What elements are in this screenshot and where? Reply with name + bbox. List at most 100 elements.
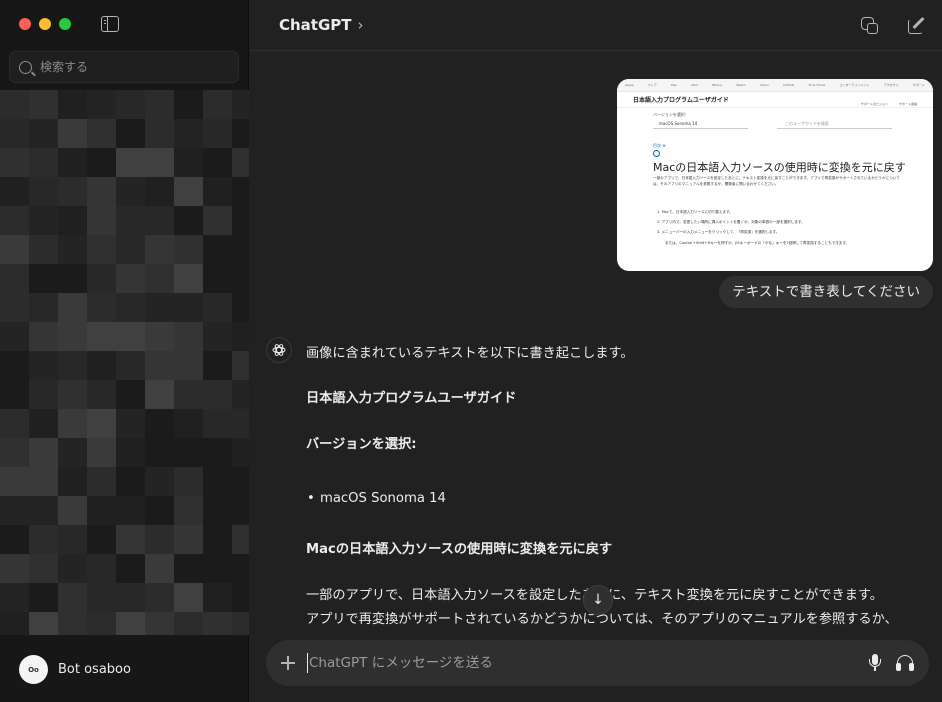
redacted-history-block bbox=[232, 206, 249, 235]
image-version-label: バージョンを選択: bbox=[653, 112, 687, 117]
redacted-history-block bbox=[29, 148, 58, 177]
redacted-history-block bbox=[203, 612, 232, 635]
microphone-icon[interactable] bbox=[868, 654, 882, 672]
redacted-history-block bbox=[145, 612, 174, 635]
redacted-history-block bbox=[232, 612, 249, 635]
redacted-history-block bbox=[29, 409, 58, 438]
redacted-history-block bbox=[145, 583, 174, 612]
redacted-history-block bbox=[203, 293, 232, 322]
message-input[interactable] bbox=[307, 653, 847, 673]
assistant-section-heading: Macの日本語入力ソースの使用時に変換を元に戻す bbox=[306, 542, 613, 557]
redacted-history-block bbox=[87, 467, 116, 496]
redacted-history-block bbox=[58, 351, 87, 380]
redacted-history-block bbox=[203, 322, 232, 351]
image-nav-item: AirPods bbox=[782, 83, 795, 87]
redacted-history-block bbox=[29, 293, 58, 322]
redacted-history-block bbox=[87, 177, 116, 206]
redacted-history-block bbox=[58, 177, 87, 206]
redacted-history-block bbox=[145, 90, 174, 119]
redacted-history-block bbox=[145, 438, 174, 467]
image-nav-item: Vision bbox=[759, 83, 769, 87]
redacted-history-block bbox=[0, 525, 29, 554]
redacted-history-block bbox=[145, 554, 174, 583]
redacted-history-block bbox=[203, 119, 232, 148]
redacted-history-block bbox=[174, 90, 203, 119]
redacted-history-block bbox=[145, 322, 174, 351]
new-chat-icon[interactable] bbox=[907, 16, 927, 36]
redacted-history-block bbox=[87, 409, 116, 438]
image-nav-item: Mac bbox=[671, 83, 678, 87]
model-selector[interactable]: ChatGPT › bbox=[279, 16, 364, 34]
scroll-down-button[interactable]: ↓ bbox=[583, 585, 613, 615]
sidebar: Oo Bot osaboo bbox=[0, 0, 249, 702]
redacted-history-block bbox=[87, 293, 116, 322]
redacted-history-block bbox=[203, 177, 232, 206]
plus-icon[interactable] bbox=[280, 655, 296, 671]
redacted-history-block bbox=[232, 119, 249, 148]
redacted-history-block bbox=[203, 264, 232, 293]
redacted-history-block bbox=[58, 380, 87, 409]
headphones-icon[interactable] bbox=[896, 654, 914, 672]
redacted-history-block bbox=[29, 496, 58, 525]
redacted-history-block bbox=[87, 612, 116, 635]
image-guide-links: サポートのビジョン サポート連絡 bbox=[855, 90, 917, 109]
redacted-history-block bbox=[58, 119, 87, 148]
redacted-history-block bbox=[0, 90, 29, 119]
redacted-history-block bbox=[58, 612, 87, 635]
redacted-history-block bbox=[174, 177, 203, 206]
redacted-history-block bbox=[58, 583, 87, 612]
redacted-history-block bbox=[29, 612, 58, 635]
redacted-history-block bbox=[174, 206, 203, 235]
redacted-history-block bbox=[0, 612, 29, 635]
search-box[interactable] bbox=[9, 51, 239, 83]
redacted-history-block bbox=[232, 496, 249, 525]
redacted-history-block bbox=[29, 264, 58, 293]
redacted-history-block bbox=[145, 351, 174, 380]
redacted-history-block bbox=[203, 496, 232, 525]
redacted-history-block bbox=[116, 525, 145, 554]
temporary-chat-icon[interactable] bbox=[860, 16, 880, 36]
redacted-history-block bbox=[29, 380, 58, 409]
redacted-history-block bbox=[174, 235, 203, 264]
redacted-history-block bbox=[116, 264, 145, 293]
chevron-right-icon: › bbox=[357, 16, 364, 34]
chat-history-redacted bbox=[0, 90, 249, 635]
assistant-bullet-item: • macOS Sonoma 14 bbox=[306, 491, 446, 506]
attached-image[interactable]: Apple ストア Mac iPad iPhone Watch Vision AirPods T… bbox=[617, 79, 933, 271]
redacted-history-block bbox=[203, 583, 232, 612]
redacted-history-block bbox=[145, 380, 174, 409]
image-step: 1. Macで、日本語入力ソースに切り替えます。 bbox=[657, 210, 733, 214]
redacted-history-block bbox=[116, 554, 145, 583]
redacted-history-block bbox=[0, 264, 29, 293]
close-window-button[interactable] bbox=[19, 18, 31, 30]
image-step: または、Control＋Shift＋Rキーを押すか、JISキーボードの「かな」キ… bbox=[665, 241, 850, 245]
redacted-history-block bbox=[174, 612, 203, 635]
redacted-history-block bbox=[232, 235, 249, 264]
redacted-history-block bbox=[87, 206, 116, 235]
image-guide-link: サポート連絡 bbox=[898, 102, 917, 106]
image-nav-item: Watch bbox=[736, 83, 746, 87]
redacted-history-block bbox=[203, 206, 232, 235]
zoom-window-button[interactable] bbox=[59, 18, 71, 30]
redacted-history-block bbox=[116, 438, 145, 467]
search-input[interactable] bbox=[40, 60, 230, 74]
redacted-history-block bbox=[29, 525, 58, 554]
redacted-history-block bbox=[145, 293, 174, 322]
redacted-history-block bbox=[232, 583, 249, 612]
minimize-window-button[interactable] bbox=[39, 18, 51, 30]
redacted-history-block bbox=[174, 322, 203, 351]
redacted-history-block bbox=[0, 148, 29, 177]
sidebar-toggle-icon[interactable] bbox=[101, 16, 119, 32]
redacted-history-block bbox=[116, 409, 145, 438]
redacted-history-block bbox=[0, 554, 29, 583]
redacted-history-block bbox=[29, 438, 58, 467]
user-profile[interactable]: Oo Bot osaboo bbox=[19, 655, 131, 684]
redacted-history-block bbox=[29, 235, 58, 264]
redacted-history-block bbox=[116, 90, 145, 119]
redacted-history-block bbox=[116, 177, 145, 206]
redacted-history-block bbox=[116, 293, 145, 322]
image-nav-item: エンターテインメント bbox=[839, 83, 870, 87]
redacted-history-block bbox=[0, 206, 29, 235]
image-guide-title: 日本語入力プログラムユーザガイド bbox=[633, 97, 729, 104]
redacted-history-block bbox=[232, 148, 249, 177]
